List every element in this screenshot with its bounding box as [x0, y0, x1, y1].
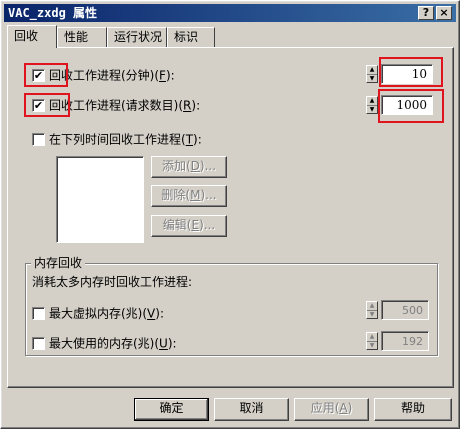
- checkbox-box: [32, 133, 45, 146]
- checkbox-box: [32, 307, 45, 320]
- spin-down-icon[interactable]: ▼: [367, 74, 377, 82]
- title-bar[interactable]: VAC_zxdg 属性 ? ×: [4, 4, 456, 22]
- close-icon[interactable]: ×: [436, 6, 452, 20]
- max-used-memory-checkbox[interactable]: 最大使用的内存(兆)(U):: [32, 335, 177, 352]
- tab-recycle[interactable]: 回收: [7, 25, 57, 48]
- tab-performance[interactable]: 性能: [57, 27, 107, 47]
- recycle-requests-checkbox[interactable]: ✔ 回收工作进程(请求数目)(R):: [32, 97, 200, 114]
- minutes-spinner[interactable]: ▲ ▼: [366, 65, 378, 83]
- virtual-memory-input[interactable]: 500: [381, 300, 429, 320]
- help-button[interactable]: 帮助: [374, 398, 452, 421]
- memory-description: 消耗太多内存时回收工作进程:: [32, 275, 193, 289]
- spin-down-icon[interactable]: ▼: [367, 341, 377, 349]
- used-memory-input[interactable]: 192: [381, 331, 429, 351]
- spin-down-icon[interactable]: ▼: [367, 105, 377, 113]
- minutes-input[interactable]: 10: [381, 64, 433, 84]
- tab-health[interactable]: 运行状况: [107, 27, 167, 47]
- max-virtual-memory-checkbox[interactable]: 最大虚拟内存(兆)(V):: [32, 305, 164, 322]
- spin-up-icon[interactable]: ▲: [367, 66, 377, 74]
- recycle-minutes-checkbox[interactable]: ✔ 回收工作进程(分钟)(F):: [32, 67, 175, 84]
- cancel-button[interactable]: 取消: [214, 398, 289, 421]
- delete-time-button[interactable]: 删除(M)...: [151, 185, 227, 207]
- checkmark-icon: ✔: [33, 99, 44, 112]
- used-memory-spinner[interactable]: ▲ ▼: [366, 332, 378, 350]
- spin-up-icon[interactable]: ▲: [367, 333, 377, 341]
- add-time-button[interactable]: 添加(D)...: [151, 156, 227, 178]
- checkbox-box: [32, 337, 45, 350]
- edit-time-button[interactable]: 编辑(E)...: [151, 215, 227, 237]
- schedule-times-list[interactable]: [56, 156, 144, 243]
- properties-dialog: VAC_zxdg 属性 ? × 回收 性能 运行状况 标识 ✔ 回收工作进程(分钟…: [0, 0, 460, 429]
- help-icon[interactable]: ?: [418, 6, 434, 20]
- spin-up-icon[interactable]: ▲: [367, 97, 377, 105]
- spin-down-icon[interactable]: ▼: [367, 310, 377, 318]
- virtual-memory-spinner[interactable]: ▲ ▼: [366, 301, 378, 319]
- checkmark-icon: ✔: [33, 69, 44, 82]
- tab-identity[interactable]: 标识: [167, 27, 215, 47]
- apply-button[interactable]: 应用(A): [294, 398, 369, 421]
- requests-spinner[interactable]: ▲ ▼: [366, 96, 378, 114]
- requests-input[interactable]: 1000: [381, 95, 433, 115]
- checkbox-box: ✔: [32, 69, 45, 82]
- recycle-scheduled-checkbox[interactable]: 在下列时间回收工作进程(T):: [32, 131, 202, 148]
- spin-up-icon[interactable]: ▲: [367, 302, 377, 310]
- window-title: VAC_zxdg 属性: [8, 6, 98, 20]
- checkbox-box: ✔: [32, 99, 45, 112]
- memory-group-title: 内存回收: [31, 256, 86, 270]
- ok-button[interactable]: 确定: [134, 398, 209, 421]
